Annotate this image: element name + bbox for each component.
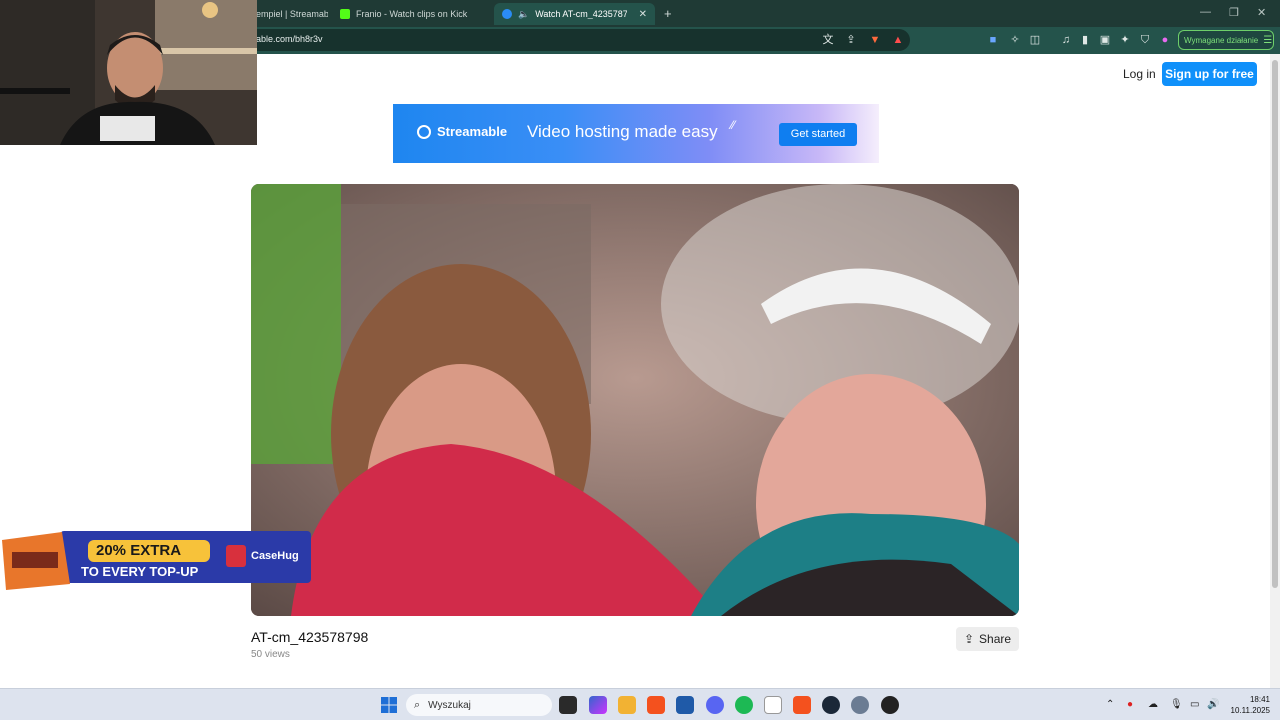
brave-active-icon[interactable] bbox=[793, 696, 811, 714]
vpn-shield-icon[interactable]: ⛉ bbox=[1138, 33, 1152, 47]
banner-brand: Streamable bbox=[437, 124, 508, 139]
notes-icon[interactable] bbox=[764, 696, 782, 714]
speaker-icon: 🔈 bbox=[518, 8, 530, 19]
network-icon[interactable]: ▭ bbox=[1190, 699, 1199, 710]
login-link[interactable]: Log in bbox=[1123, 67, 1156, 81]
page-scrollbar[interactable] bbox=[1270, 54, 1280, 688]
taskbar-clock[interactable]: 18:41 10.11.2025 bbox=[1222, 694, 1270, 716]
clock-time: 18:41 bbox=[1249, 695, 1270, 704]
microphone-icon[interactable]: 🎙 bbox=[1170, 699, 1183, 710]
volume-icon[interactable]: 🔊 bbox=[1207, 699, 1219, 710]
restore-icon[interactable]: ❐ bbox=[1229, 6, 1239, 19]
video-player[interactable] bbox=[251, 184, 1019, 616]
music-icon[interactable]: ♫ bbox=[1059, 33, 1073, 47]
brave-browser-icon[interactable] bbox=[647, 696, 665, 714]
close-tab-icon[interactable]: ✕ bbox=[639, 9, 647, 20]
signup-button[interactable]: Sign up for free bbox=[1162, 62, 1257, 86]
search-icon: ⌕ bbox=[414, 698, 421, 711]
video-frame bbox=[251, 184, 1019, 616]
windows-taskbar: ⌕ Wyszukaj ⌃ ● ☁ 🎙 ▭ 🔊 18:41 10.11.2025 bbox=[0, 688, 1280, 720]
banner-logo: Streamable bbox=[417, 124, 507, 139]
tab-label: empiel | Streamabl bbox=[256, 9, 328, 19]
sidebar-icon[interactable]: ▮ bbox=[1078, 33, 1092, 47]
tab-label: Franio - Watch clips on Kick bbox=[356, 9, 468, 19]
tab-label: Watch AT-cm_423578798 | St bbox=[535, 9, 627, 19]
leo-ai-icon[interactable]: ✦ bbox=[1118, 33, 1132, 47]
video-title: AT-cm_423578798 bbox=[251, 629, 369, 645]
banner-tagline: Video hosting made easy bbox=[527, 122, 718, 141]
steam-icon[interactable] bbox=[822, 696, 840, 714]
profile-icon[interactable]: ● bbox=[1158, 33, 1172, 47]
spotify-icon[interactable] bbox=[735, 696, 753, 714]
extension-icon[interactable]: ■ bbox=[986, 33, 1000, 47]
promo-brand: CaseHug bbox=[251, 550, 299, 562]
view-count: 50 views bbox=[251, 649, 290, 660]
get-started-button[interactable]: Get started bbox=[779, 123, 857, 146]
copilot-icon[interactable] bbox=[589, 696, 607, 714]
webcam-frame bbox=[0, 0, 257, 145]
promo-headline: 20% EXTRA bbox=[96, 542, 182, 559]
obs-icon[interactable] bbox=[881, 696, 899, 714]
streamable-logo-icon bbox=[417, 124, 431, 139]
screenshot-icon[interactable]: ◫ bbox=[1028, 33, 1042, 47]
settings-gear-icon[interactable] bbox=[851, 696, 869, 714]
share-icon: ⇪ bbox=[963, 632, 975, 646]
share-button[interactable]: ⇪ Share bbox=[956, 627, 1019, 651]
taskbar-search[interactable]: ⌕ Wyszukaj bbox=[406, 694, 552, 716]
extensions-puzzle-icon[interactable]: ✧ bbox=[1008, 33, 1022, 47]
tray-chevron-up-icon[interactable]: ⌃ bbox=[1106, 699, 1114, 710]
tab-streamable-active[interactable]: 🔈 Watch AT-cm_423578798 | St ✕ bbox=[494, 3, 655, 25]
required-action-label: Wymagane działanie bbox=[1184, 35, 1259, 45]
onedrive-icon[interactable]: ☁ bbox=[1148, 699, 1158, 710]
windows-start-icon[interactable] bbox=[381, 697, 397, 713]
scrollbar-thumb[interactable] bbox=[1272, 60, 1278, 588]
file-explorer-icon[interactable] bbox=[618, 696, 636, 714]
tab-streamable-empiel[interactable]: empiel | Streamabl bbox=[248, 3, 328, 25]
new-tab-button[interactable]: + bbox=[664, 6, 672, 21]
minimize-icon[interactable]: — bbox=[1200, 6, 1211, 18]
webcam-overlay bbox=[0, 0, 257, 145]
task-view-icon[interactable] bbox=[559, 696, 577, 714]
tray-app-icon[interactable]: ● bbox=[1127, 699, 1133, 710]
tab-kick-franio[interactable]: Franio - Watch clips on Kick bbox=[332, 3, 492, 25]
menu-icon: ☰ bbox=[1263, 34, 1273, 46]
translate-icon[interactable]: 文 bbox=[821, 33, 835, 47]
brave-rewards-icon[interactable]: ▲ bbox=[891, 33, 905, 47]
discord-icon[interactable] bbox=[706, 696, 724, 714]
streamable-icon bbox=[502, 9, 512, 19]
kick-icon bbox=[340, 9, 350, 19]
search-placeholder: Wyszukaj bbox=[428, 699, 471, 711]
close-window-icon[interactable]: ✕ bbox=[1257, 6, 1266, 19]
store-icon[interactable] bbox=[676, 696, 694, 714]
wallet-icon[interactable]: ▣ bbox=[1098, 33, 1112, 47]
casehug-promo-overlay: 20% EXTRA TO EVERY TOP-UP CaseHug bbox=[0, 522, 312, 592]
sparkle-icon: ⁄⁄ bbox=[731, 118, 736, 132]
required-action-button[interactable]: Wymagane działanie ☰ bbox=[1178, 30, 1274, 50]
clock-date: 10.11.2025 bbox=[1230, 706, 1270, 715]
promo-subline: TO EVERY TOP-UP bbox=[81, 564, 199, 579]
share-label: Share bbox=[979, 632, 1012, 646]
share-page-icon[interactable]: ⇪ bbox=[844, 33, 858, 47]
brave-shields-icon[interactable]: ▼ bbox=[868, 33, 882, 47]
promo-banner[interactable]: Streamable Video hosting made easy ⁄⁄ Ge… bbox=[393, 104, 879, 163]
url-text[interactable]: able.com/bh8r3v bbox=[256, 34, 323, 44]
